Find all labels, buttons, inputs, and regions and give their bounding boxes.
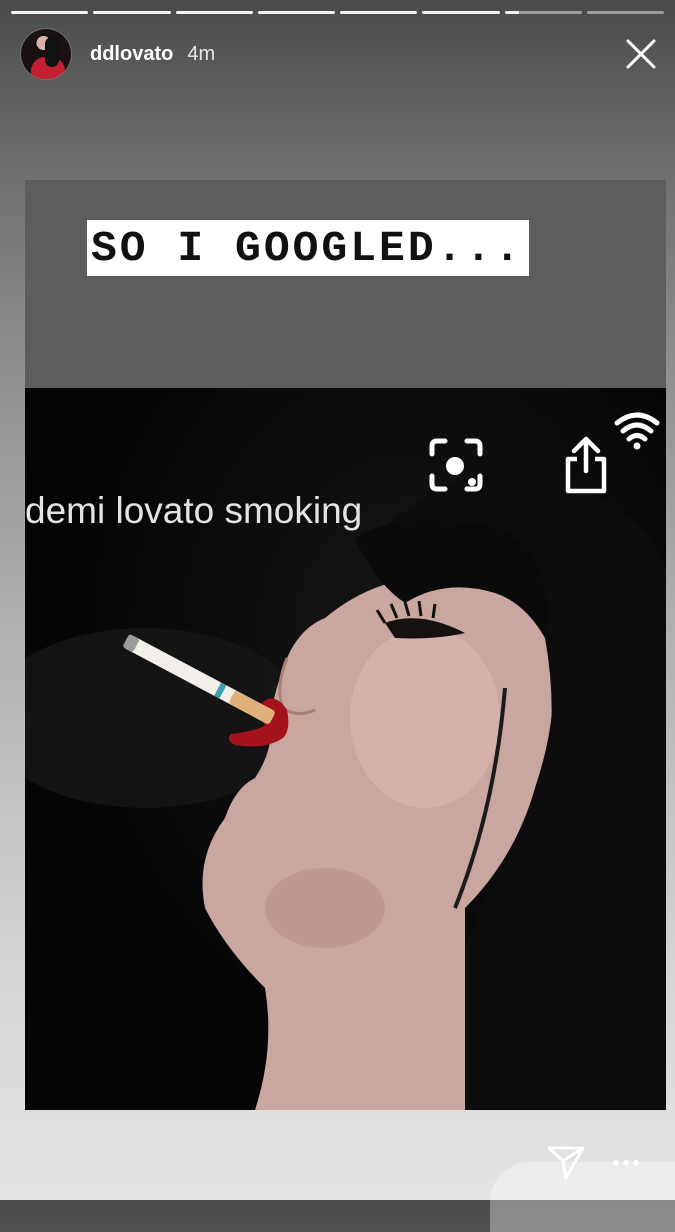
progress-segment xyxy=(586,11,664,14)
story-media[interactable]: demi lovato smoking xyxy=(25,180,666,1110)
progress-segment xyxy=(422,11,500,14)
progress-segment xyxy=(11,11,89,14)
progress-segment xyxy=(93,11,171,14)
progress-segment xyxy=(257,11,335,14)
story-header: ddlovato 4m xyxy=(20,27,657,81)
avatar[interactable] xyxy=(20,28,72,80)
send-icon[interactable] xyxy=(546,1145,586,1181)
search-query: demi lovato smoking xyxy=(25,490,363,531)
timestamp: 4m xyxy=(187,42,216,65)
story-caption-sticker: SO I GOOGLED... xyxy=(87,220,530,276)
search-bar-screenshot xyxy=(25,180,666,388)
close-icon[interactable] xyxy=(625,38,657,70)
progress-segment-current xyxy=(504,11,582,14)
lens-icon[interactable] xyxy=(429,438,483,492)
share-icon[interactable] xyxy=(562,435,610,495)
story-progress-bar xyxy=(11,11,664,14)
caption-text: SO I GOOGLED... xyxy=(91,223,524,273)
more-icon[interactable] xyxy=(612,1152,640,1174)
progress-segment xyxy=(340,11,418,14)
wifi-icon xyxy=(614,412,660,450)
username[interactable]: ddlovato xyxy=(90,43,173,66)
progress-segment xyxy=(175,11,253,14)
